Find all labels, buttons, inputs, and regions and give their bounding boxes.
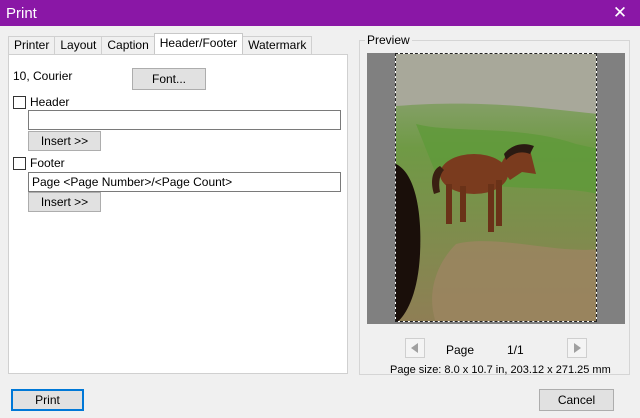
window-title: Print [6, 4, 37, 22]
header-label: Header [30, 95, 70, 109]
header-footer-panel: 10, Courier Font... Header Insert >> Foo… [8, 54, 348, 374]
tab-printer[interactable]: Printer [8, 36, 56, 54]
footer-checkbox-row[interactable]: Footer [13, 156, 65, 170]
page-label: Page [446, 343, 475, 357]
triangle-right-icon [574, 343, 581, 353]
triangle-left-icon [411, 343, 418, 353]
preview-page [395, 53, 597, 322]
tab-watermark[interactable]: Watermark [242, 36, 313, 54]
close-icon[interactable]: ✕ [600, 0, 640, 26]
page-size-text: Page size: 8.0 x 10.7 in, 203.12 x 271.2… [390, 364, 611, 376]
footer-insert-button[interactable]: Insert >> [28, 192, 101, 212]
header-field[interactable] [28, 110, 341, 130]
header-insert-button[interactable]: Insert >> [28, 131, 101, 151]
print-button[interactable]: Print [11, 389, 84, 411]
next-page-button[interactable] [567, 338, 587, 358]
tab-strip: Printer Layout Caption Header/Footer Wat… [8, 33, 313, 54]
tab-layout[interactable]: Layout [54, 36, 103, 54]
preview-photo [396, 54, 596, 321]
header-checkbox-row[interactable]: Header [13, 95, 69, 109]
footer-checkbox[interactable] [13, 156, 26, 170]
header-checkbox[interactable] [13, 95, 26, 109]
prev-page-button[interactable] [405, 338, 425, 358]
page-counter: 1/1 [507, 343, 524, 357]
title-bar: Print ✕ [0, 0, 640, 26]
tab-header-footer[interactable]: Header/Footer [153, 33, 244, 54]
tab-caption[interactable]: Caption [101, 36, 155, 54]
font-description: 10, Courier [13, 69, 73, 83]
preview-group-label: Preview [365, 33, 412, 47]
footer-field[interactable]: Page <Page Number>/<Page Count> [28, 172, 341, 192]
font-button[interactable]: Font... [132, 68, 206, 90]
footer-label: Footer [30, 156, 65, 170]
cancel-button[interactable]: Cancel [539, 389, 614, 411]
